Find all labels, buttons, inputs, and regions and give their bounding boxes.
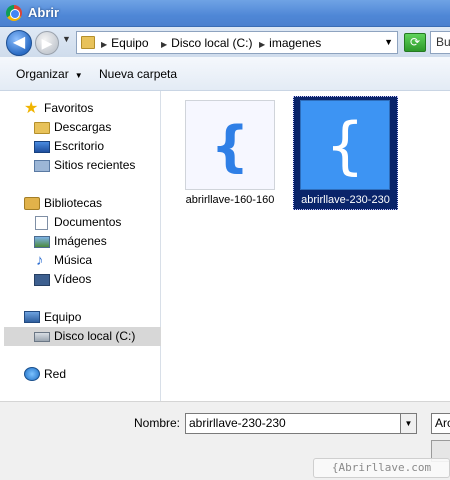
watermark: {Abrirllave.com <box>313 458 450 478</box>
sidebar-item-local-disk[interactable]: Disco local (C:) <box>4 327 161 346</box>
sidebar-item-downloads[interactable]: Descargas <box>4 118 161 137</box>
refresh-button[interactable]: ⟳ <box>404 33 426 52</box>
hard-disk-icon <box>34 332 50 342</box>
star-icon: ★ <box>24 100 39 117</box>
folder-icon <box>81 36 95 49</box>
toolbar: Organizar ▼ Nueva carpeta <box>0 57 450 91</box>
chevron-down-icon: ▼ <box>74 71 83 80</box>
file-item-selected[interactable]: { abrirllave-230-230 <box>293 96 398 210</box>
file-thumbnail: { <box>300 100 390 190</box>
title-bar: Abrir <box>0 0 450 27</box>
documents-icon <box>35 216 48 230</box>
organize-button[interactable]: Organizar ▼ <box>16 67 83 81</box>
filename-label: Nombre: <box>134 416 181 430</box>
downloads-folder-icon <box>34 122 50 134</box>
file-name: abrirllave-160-160 <box>185 194 275 206</box>
forward-button[interactable]: ▶ <box>35 31 59 55</box>
svg-text:{: { <box>211 115 249 178</box>
search-input[interactable]: Bu <box>430 31 450 54</box>
computer-icon <box>24 311 40 323</box>
chrome-icon <box>6 5 22 21</box>
sidebar-item-libraries[interactable]: Bibliotecas <box>4 194 161 213</box>
filename-dropdown-button[interactable]: ▼ <box>401 413 417 434</box>
videos-icon <box>34 274 50 286</box>
new-folder-button[interactable]: Nueva carpeta <box>99 67 177 81</box>
pictures-icon <box>34 236 50 248</box>
sidebar-item-favorites[interactable]: ★ Favoritos <box>4 99 161 118</box>
back-button[interactable]: ◀ <box>6 30 32 56</box>
sidebar-item-videos[interactable]: Vídeos <box>4 270 161 289</box>
recent-places-icon <box>34 160 50 172</box>
history-dropdown-icon[interactable]: ▼ <box>62 34 71 44</box>
sidebar-item-desktop[interactable]: Escritorio <box>4 137 161 156</box>
sidebar-item-pictures[interactable]: Imágenes <box>4 232 161 251</box>
file-name: abrirllave-230-230 <box>301 194 390 206</box>
sidebar-item-documents[interactable]: Documentos <box>4 213 161 232</box>
breadcrumb-item-equipo[interactable]: ▶ Equipo <box>101 35 149 51</box>
breadcrumb-item-disco[interactable]: ▶ Disco local (C:) <box>161 35 253 51</box>
sidebar-item-music[interactable]: ♪ Música <box>4 251 161 270</box>
navigation-pane: ★ Favoritos Descargas Escritorio Sitios … <box>4 91 161 401</box>
address-bar: ◀ ▶ ▼ ▶ Equipo ▶ Disco local (C:) ▶ imagene… <box>0 27 450 57</box>
network-icon <box>24 367 40 381</box>
file-thumbnail: { <box>185 100 275 190</box>
breadcrumb[interactable]: ▶ Equipo ▶ Disco local (C:) ▶ imagenes ▼ <box>76 31 398 54</box>
filename-input[interactable]: abrirllave-230-230 <box>185 413 401 434</box>
music-note-icon: ♪ <box>36 252 44 269</box>
desktop-icon <box>34 141 50 153</box>
file-item[interactable]: { abrirllave-160-160 <box>182 98 278 214</box>
filetype-select[interactable]: Arc <box>431 413 450 434</box>
sidebar-item-computer[interactable]: Equipo <box>4 308 161 327</box>
breadcrumb-item-imagenes[interactable]: ▶ imagenes <box>259 35 321 51</box>
sidebar-item-network[interactable]: Red <box>4 365 161 384</box>
libraries-icon <box>24 197 40 210</box>
svg-text:{: { <box>325 109 364 182</box>
sidebar-item-recent-places[interactable]: Sitios recientes <box>4 156 161 175</box>
window-title: Abrir <box>28 5 60 20</box>
file-list: { abrirllave-160-160 { abrirllave-230-23… <box>162 91 450 401</box>
address-dropdown-icon[interactable]: ▼ <box>384 37 393 47</box>
